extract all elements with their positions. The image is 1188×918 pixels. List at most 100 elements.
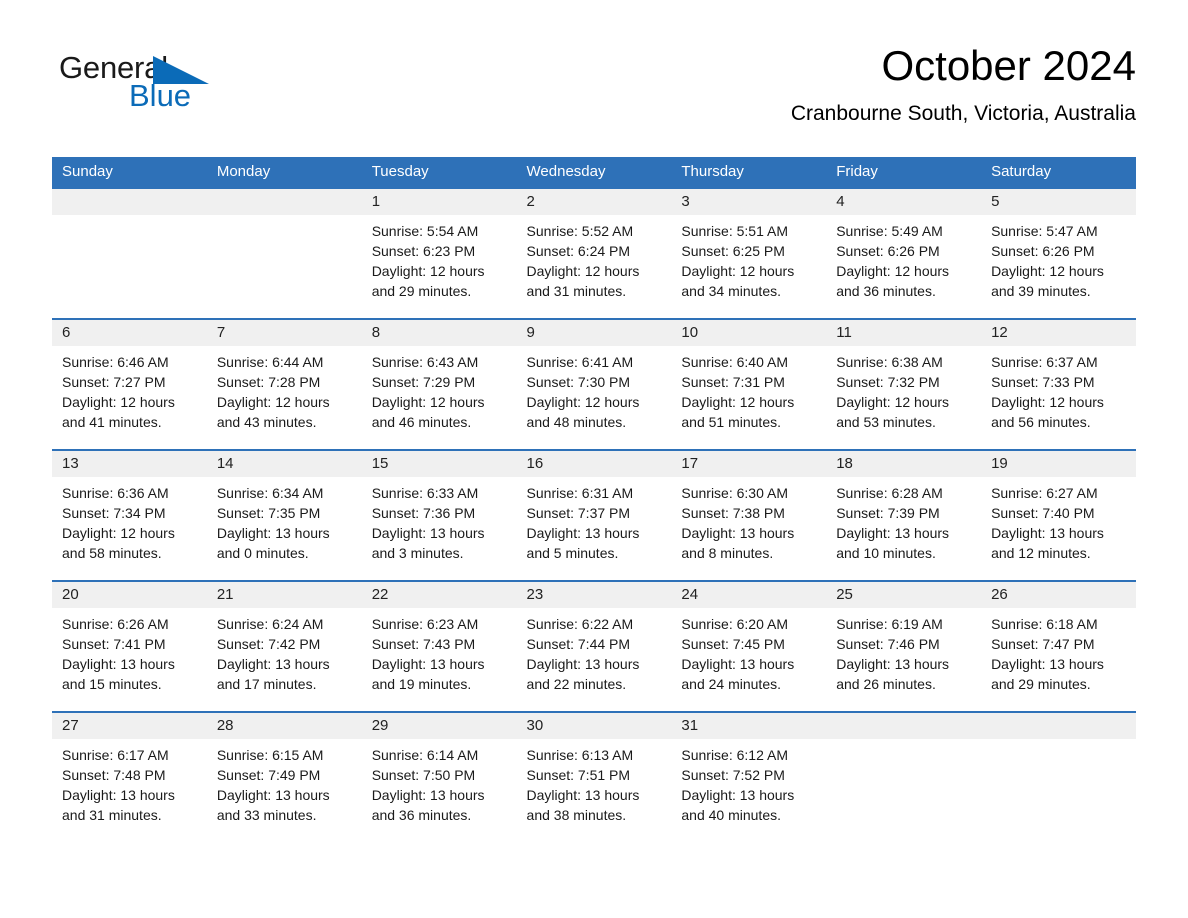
day-number[interactable]: 10 bbox=[671, 318, 827, 346]
day-cell[interactable]: Sunrise: 6:15 AM Sunset: 7:49 PM Dayligh… bbox=[206, 739, 362, 829]
daylight-text-2: and 19 minutes. bbox=[371, 676, 472, 692]
week-row-3-daynumbers: 13 14 15 16 17 18 19 bbox=[52, 449, 1136, 477]
sunset-text: Sunset: 7:34 PM bbox=[62, 505, 166, 521]
day-cell[interactable]: Sunrise: 6:31 AM Sunset: 7:37 PM Dayligh… bbox=[516, 477, 672, 567]
week-separator bbox=[52, 567, 1136, 581]
day-number[interactable]: 30 bbox=[516, 711, 672, 739]
day-cell[interactable]: Sunrise: 6:33 AM Sunset: 7:36 PM Dayligh… bbox=[361, 477, 517, 567]
day-cell[interactable]: Sunrise: 6:14 AM Sunset: 7:50 PM Dayligh… bbox=[361, 739, 517, 829]
sunset-text: Sunset: 7:45 PM bbox=[681, 636, 785, 652]
sunset-text: Sunset: 7:35 PM bbox=[216, 505, 321, 521]
day-number[interactable]: 2 bbox=[516, 189, 672, 215]
day-number[interactable]: 3 bbox=[671, 189, 827, 215]
sunset-text: Sunset: 7:30 PM bbox=[526, 374, 631, 390]
day-cell[interactable]: Sunrise: 6:28 AM Sunset: 7:39 PM Dayligh… bbox=[826, 477, 982, 567]
day-cell[interactable]: Sunrise: 6:30 AM Sunset: 7:38 PM Dayligh… bbox=[671, 477, 827, 567]
day-number[interactable]: 26 bbox=[981, 580, 1136, 608]
logo-text-blue: Blue bbox=[129, 78, 192, 113]
day-number[interactable]: 24 bbox=[671, 580, 827, 608]
day-cell[interactable]: Sunrise: 6:20 AM Sunset: 7:45 PM Dayligh… bbox=[671, 608, 827, 698]
day-number[interactable]: 23 bbox=[516, 580, 672, 608]
sunrise-text: Sunrise: 6:12 AM bbox=[681, 747, 788, 763]
day-number[interactable]: 4 bbox=[826, 189, 982, 215]
daylight-text-1: Daylight: 12 hours bbox=[371, 394, 485, 410]
day-cell[interactable]: Sunrise: 6:37 AM Sunset: 7:33 PM Dayligh… bbox=[981, 346, 1136, 436]
sunset-text: Sunset: 6:23 PM bbox=[371, 243, 476, 259]
daylight-text-2: and 58 minutes. bbox=[62, 545, 162, 561]
day-number[interactable]: 31 bbox=[671, 711, 827, 739]
day-number[interactable]: 21 bbox=[206, 580, 362, 608]
week-separator bbox=[52, 305, 1136, 319]
day-number[interactable]: 6 bbox=[52, 318, 207, 346]
day-cell[interactable]: Sunrise: 6:23 AM Sunset: 7:43 PM Dayligh… bbox=[361, 608, 517, 698]
day-cell[interactable]: Sunrise: 5:51 AM Sunset: 6:25 PM Dayligh… bbox=[671, 215, 827, 305]
day-cell[interactable]: Sunrise: 6:34 AM Sunset: 7:35 PM Dayligh… bbox=[206, 477, 362, 567]
sunrise-text: Sunrise: 6:24 AM bbox=[216, 616, 324, 632]
day-cell[interactable]: Sunrise: 6:40 AM Sunset: 7:31 PM Dayligh… bbox=[671, 346, 827, 436]
day-cell[interactable]: Sunrise: 6:27 AM Sunset: 7:40 PM Dayligh… bbox=[981, 477, 1136, 567]
day-number[interactable]: 29 bbox=[361, 711, 517, 739]
sunrise-text: Sunrise: 6:43 AM bbox=[371, 354, 479, 370]
daylight-text-2: and 51 minutes. bbox=[681, 414, 781, 430]
day-cell[interactable]: Sunrise: 5:52 AM Sunset: 6:24 PM Dayligh… bbox=[516, 215, 672, 305]
day-number[interactable]: 14 bbox=[206, 449, 362, 477]
day-cell[interactable]: Sunrise: 6:38 AM Sunset: 7:32 PM Dayligh… bbox=[826, 346, 982, 436]
day-number[interactable]: 22 bbox=[361, 580, 517, 608]
day-number[interactable]: 20 bbox=[52, 580, 207, 608]
week-row-4-details: Sunrise: 6:26 AM Sunset: 7:41 PM Dayligh… bbox=[52, 608, 1136, 698]
day-cell[interactable]: Sunrise: 6:22 AM Sunset: 7:44 PM Dayligh… bbox=[516, 608, 672, 698]
day-number[interactable]: 27 bbox=[52, 711, 207, 739]
day-cell[interactable]: Sunrise: 6:13 AM Sunset: 7:51 PM Dayligh… bbox=[516, 739, 672, 829]
day-cell[interactable] bbox=[52, 215, 207, 305]
sunset-text: Sunset: 6:24 PM bbox=[526, 243, 631, 259]
day-number[interactable]: 16 bbox=[516, 449, 672, 477]
daylight-text-2: and 40 minutes. bbox=[681, 807, 781, 823]
day-cell[interactable]: Sunrise: 6:26 AM Sunset: 7:41 PM Dayligh… bbox=[52, 608, 207, 698]
daylight-text-1: Daylight: 13 hours bbox=[216, 525, 330, 541]
day-cell[interactable]: Sunrise: 6:19 AM Sunset: 7:46 PM Dayligh… bbox=[826, 608, 982, 698]
day-number[interactable]: 12 bbox=[981, 318, 1136, 346]
sunrise-text: Sunrise: 6:22 AM bbox=[526, 616, 634, 632]
day-number[interactable]: 15 bbox=[361, 449, 517, 477]
sunset-text: Sunset: 7:27 PM bbox=[62, 374, 166, 390]
day-number[interactable]: 28 bbox=[206, 711, 362, 739]
day-cell[interactable] bbox=[206, 215, 362, 305]
sunrise-text: Sunrise: 6:26 AM bbox=[62, 616, 169, 632]
day-number[interactable] bbox=[206, 189, 362, 215]
day-number[interactable]: 5 bbox=[981, 189, 1136, 215]
sunrise-text: Sunrise: 6:28 AM bbox=[836, 485, 943, 501]
day-cell[interactable]: Sunrise: 5:54 AM Sunset: 6:23 PM Dayligh… bbox=[361, 215, 517, 305]
sunset-text: Sunset: 6:25 PM bbox=[681, 243, 785, 259]
day-cell[interactable] bbox=[981, 739, 1136, 829]
sunrise-text: Sunrise: 6:37 AM bbox=[991, 354, 1098, 370]
day-cell[interactable]: Sunrise: 6:41 AM Sunset: 7:30 PM Dayligh… bbox=[516, 346, 672, 436]
day-cell[interactable]: Sunrise: 5:49 AM Sunset: 6:26 PM Dayligh… bbox=[826, 215, 982, 305]
day-cell[interactable] bbox=[826, 739, 982, 829]
sunset-text: Sunset: 7:41 PM bbox=[62, 636, 166, 652]
day-number[interactable] bbox=[981, 711, 1136, 739]
day-number[interactable]: 25 bbox=[826, 580, 982, 608]
day-number[interactable] bbox=[826, 711, 982, 739]
day-number[interactable]: 17 bbox=[671, 449, 827, 477]
day-cell[interactable]: Sunrise: 6:18 AM Sunset: 7:47 PM Dayligh… bbox=[981, 608, 1136, 698]
day-cell[interactable]: Sunrise: 5:47 AM Sunset: 6:26 PM Dayligh… bbox=[981, 215, 1136, 305]
day-number[interactable]: 7 bbox=[206, 318, 362, 346]
day-number[interactable]: 11 bbox=[826, 318, 982, 346]
day-cell[interactable]: Sunrise: 6:43 AM Sunset: 7:29 PM Dayligh… bbox=[361, 346, 517, 436]
day-number[interactable]: 19 bbox=[981, 449, 1136, 477]
day-cell[interactable]: Sunrise: 6:46 AM Sunset: 7:27 PM Dayligh… bbox=[52, 346, 207, 436]
day-cell[interactable]: Sunrise: 6:17 AM Sunset: 7:48 PM Dayligh… bbox=[52, 739, 207, 829]
day-number[interactable]: 8 bbox=[361, 318, 517, 346]
day-cell[interactable]: Sunrise: 6:24 AM Sunset: 7:42 PM Dayligh… bbox=[206, 608, 362, 698]
day-number[interactable] bbox=[52, 189, 207, 215]
day-number[interactable]: 9 bbox=[516, 318, 672, 346]
daylight-text-1: Daylight: 13 hours bbox=[836, 656, 950, 672]
day-number[interactable]: 1 bbox=[361, 189, 517, 215]
day-cell[interactable]: Sunrise: 6:36 AM Sunset: 7:34 PM Dayligh… bbox=[52, 477, 207, 567]
day-cell[interactable]: Sunrise: 6:44 AM Sunset: 7:28 PM Dayligh… bbox=[206, 346, 362, 436]
day-number[interactable]: 13 bbox=[52, 449, 207, 477]
day-cell[interactable]: Sunrise: 6:12 AM Sunset: 7:52 PM Dayligh… bbox=[671, 739, 827, 829]
day-number[interactable]: 18 bbox=[826, 449, 982, 477]
daylight-text-2: and 53 minutes. bbox=[836, 414, 936, 430]
daylight-text-1: Daylight: 13 hours bbox=[216, 787, 330, 803]
